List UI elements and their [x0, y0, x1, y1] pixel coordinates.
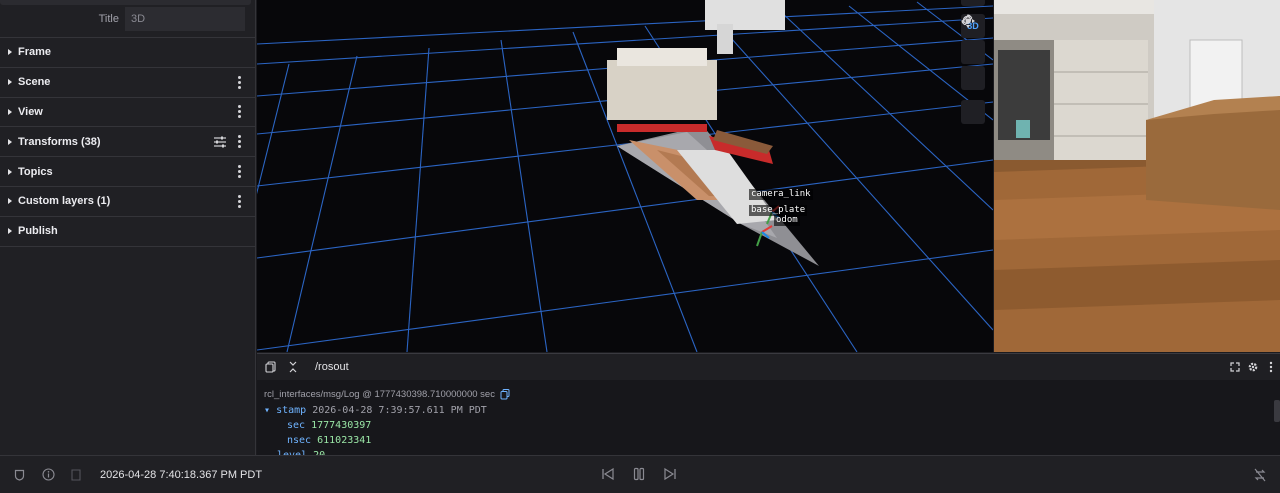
section-label: Publish	[18, 225, 58, 238]
title-label: Title	[98, 12, 119, 25]
seek-forward-icon[interactable]	[662, 466, 678, 482]
filter-sliders-icon[interactable]	[213, 136, 227, 148]
camera-image-panel[interactable]	[994, 0, 1280, 352]
copy-panel-icon[interactable]	[263, 359, 279, 375]
expand-caret-icon[interactable]: ▾	[264, 405, 270, 416]
expand-triangle-icon	[8, 198, 12, 205]
section-topics[interactable]: Topics	[0, 157, 255, 187]
field-key: sec	[287, 420, 306, 431]
more-options-icon[interactable]	[229, 75, 249, 89]
playback-controls	[600, 466, 678, 482]
expand-triangle-icon	[8, 168, 12, 175]
expand-triangle-icon	[8, 138, 12, 145]
section-label: Frame	[18, 46, 52, 59]
panel-menu-icon[interactable]	[1262, 359, 1280, 375]
collapse-icon[interactable]	[285, 359, 301, 375]
section-label: Topics	[18, 165, 53, 178]
section-custom-layers[interactable]: Custom layers (1)	[0, 187, 255, 217]
seek-backward-icon[interactable]	[600, 466, 616, 482]
field-nsec: nsec 611023341	[264, 433, 1280, 448]
fullscreen-icon[interactable]	[1226, 359, 1244, 375]
toolbar-top-stub	[961, 0, 985, 6]
field-key: nsec	[287, 435, 312, 446]
tf-label-camera-link: camera_link	[749, 189, 813, 200]
field-level: level 20	[264, 448, 1280, 455]
section-frame[interactable]: Frame	[0, 38, 255, 68]
field-stamp[interactable]: ▾ stamp 2026-04-28 7:39:57.611 PM PDT	[264, 403, 1280, 418]
more-options-icon[interactable]	[229, 105, 249, 119]
section-transforms[interactable]: Transforms (38)	[0, 127, 255, 158]
more-options-icon[interactable]	[229, 194, 249, 208]
pause-icon[interactable]	[631, 466, 647, 482]
sidebar-top-field	[0, 0, 251, 5]
settings-sidebar: Title Frame Scene View Transforms (38) T…	[0, 0, 256, 455]
field-value: 2026-04-28 7:39:57.611 PM PDT	[312, 405, 487, 416]
section-view[interactable]: View	[0, 98, 255, 128]
title-input[interactable]	[125, 6, 245, 31]
raw-message-panel: /rosout rcl_interfaces/msg/Log @ 1777430…	[257, 353, 1280, 455]
section-label: Transforms (38)	[18, 135, 101, 148]
info-icon[interactable]	[40, 467, 56, 483]
playback-bar: 2026-04-28 7:40:18.367 PM PDT	[0, 455, 1280, 493]
current-playback-time[interactable]: 2026-04-28 7:40:18.367 PM PDT	[100, 469, 262, 481]
message-scrollbar[interactable]	[1274, 400, 1280, 422]
more-options-icon[interactable]	[229, 165, 249, 179]
message-panel-header: /rosout	[257, 354, 1280, 380]
title-row: Title	[0, 0, 255, 38]
more-options-icon[interactable]	[229, 135, 249, 149]
3d-viewport[interactable]: camera_link base_plate odom 3D	[257, 0, 993, 352]
field-key: stamp	[276, 405, 307, 416]
camera-image	[994, 0, 1280, 352]
3d-toolbar: 3D	[961, 14, 985, 124]
copy-message-icon[interactable]	[500, 389, 510, 400]
field-sec: sec 1777430397	[264, 418, 1280, 433]
message-schema: rcl_interfaces/msg/Log @ 1777430398.7100…	[264, 389, 495, 400]
publish-point-icon[interactable]	[961, 15, 985, 90]
expand-triangle-icon	[8, 108, 12, 115]
data-source-icon[interactable]	[11, 467, 27, 483]
section-scene[interactable]: Scene	[0, 68, 255, 98]
section-label: Scene	[18, 76, 51, 89]
section-publish[interactable]: Publish	[0, 217, 255, 247]
ruler-icon[interactable]	[961, 14, 985, 64]
topic-name[interactable]: /rosout	[315, 361, 1226, 373]
event-flag-icon[interactable]	[68, 467, 84, 483]
section-label: View	[18, 105, 43, 118]
3d-scene	[257, 0, 993, 352]
tf-label-odom: odom	[774, 215, 800, 226]
section-label: Custom layers (1)	[18, 195, 111, 208]
loop-disabled-icon[interactable]	[1252, 467, 1268, 483]
expand-triangle-icon	[8, 228, 12, 235]
field-value: 1777430397	[311, 420, 372, 431]
field-value: 611023341	[317, 435, 372, 446]
message-schema-row: rcl_interfaces/msg/Log @ 1777430398.7100…	[264, 387, 1280, 402]
camera-orbit-icon[interactable]	[961, 14, 985, 124]
expand-triangle-icon	[8, 79, 12, 86]
settings-gear-icon[interactable]	[1244, 359, 1262, 375]
expand-triangle-icon	[8, 49, 12, 56]
message-body: rcl_interfaces/msg/Log @ 1777430398.7100…	[257, 380, 1280, 455]
